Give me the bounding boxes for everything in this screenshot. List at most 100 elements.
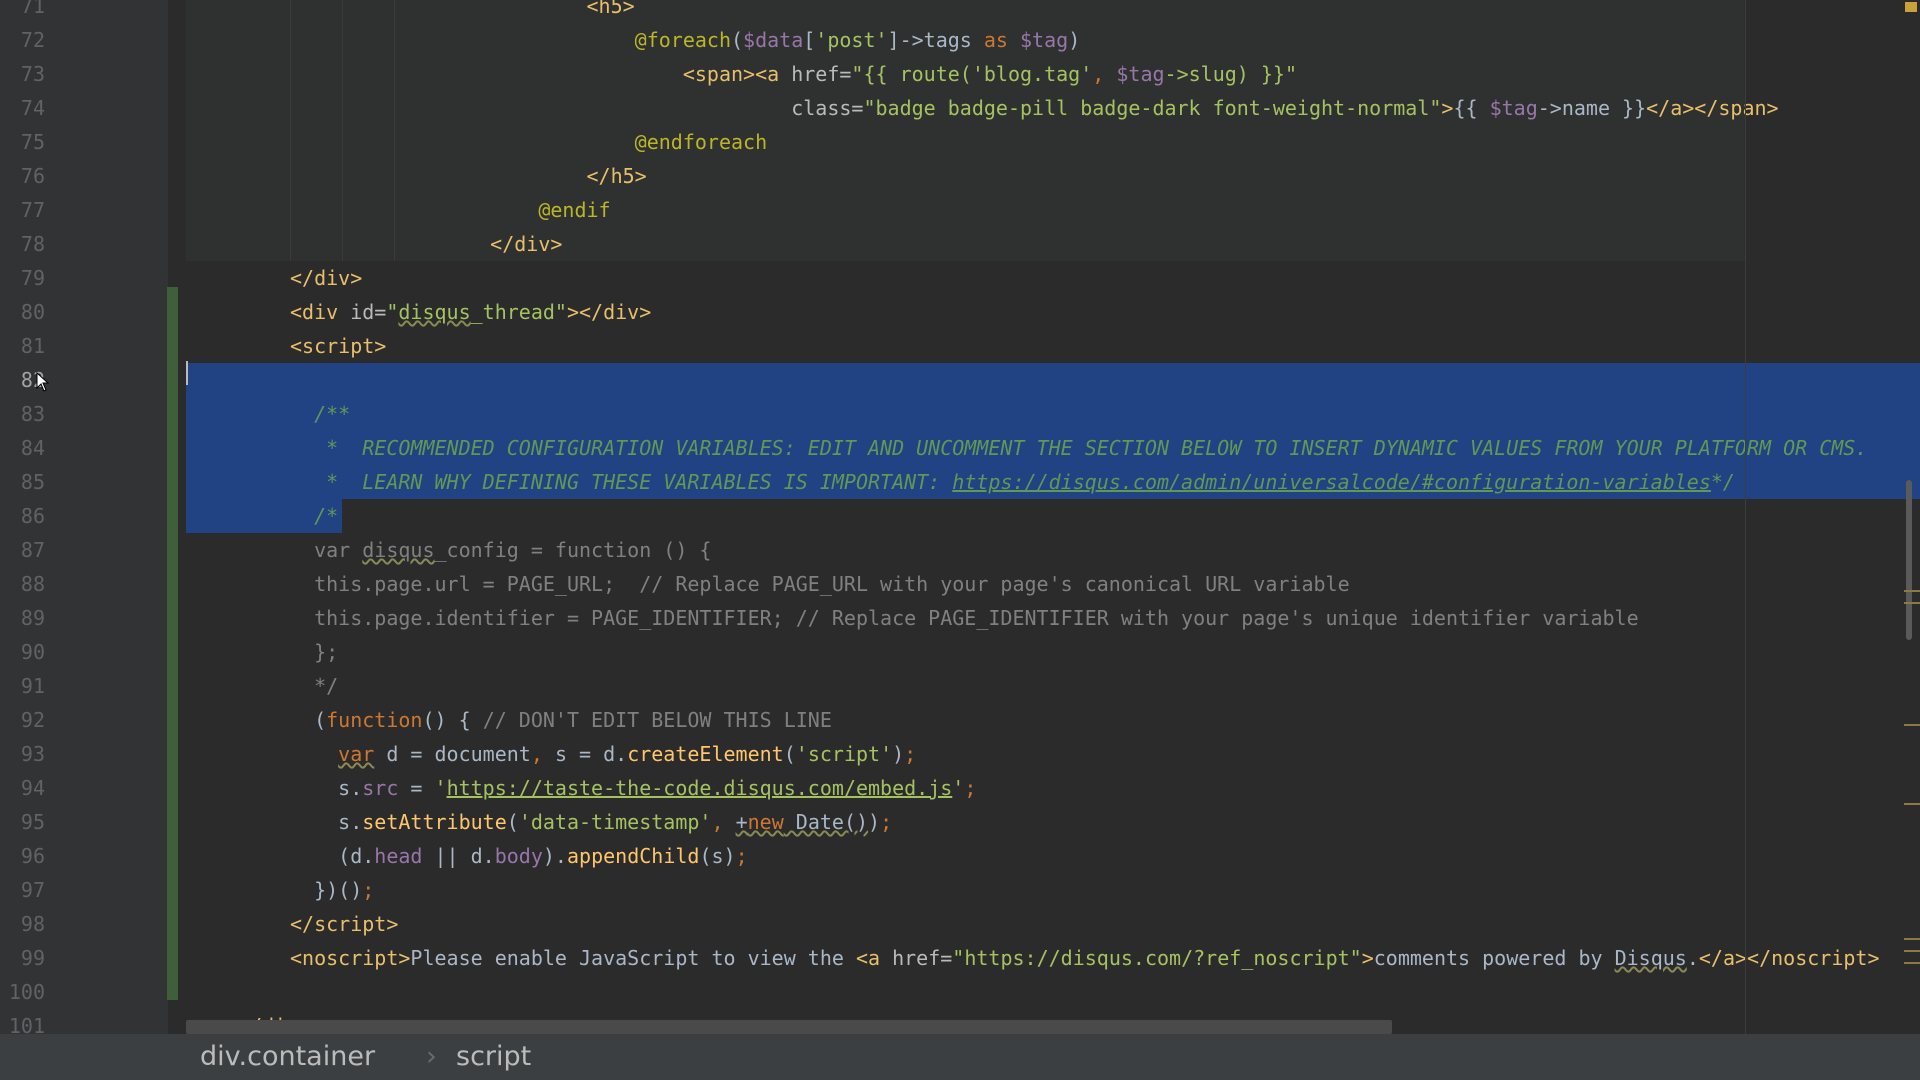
code-text[interactable]: class="badge badge-pill badge-dark font-… <box>442 91 1778 125</box>
line-number[interactable]: 78 <box>0 227 45 261</box>
line-number[interactable]: 92 <box>0 703 45 737</box>
code-line[interactable]: <div id="disqus_thread"></div> <box>186 295 1920 329</box>
code-line[interactable] <box>186 363 1920 397</box>
code-text[interactable]: * LEARN WHY DEFINING THESE VARIABLES IS … <box>290 465 1735 499</box>
code-text[interactable]: })(); <box>290 873 374 907</box>
scroll-thumb[interactable] <box>1906 480 1912 640</box>
error-stripe-mark[interactable] <box>1904 590 1920 592</box>
error-stripe-mark[interactable] <box>1904 803 1920 805</box>
code-text[interactable]: this.page.url = PAGE_URL; // Replace PAG… <box>290 567 1350 601</box>
code-text[interactable]: </div> <box>442 227 562 261</box>
code-line[interactable]: class="badge badge-pill badge-dark font-… <box>186 91 1920 125</box>
code-line[interactable]: <script> <box>186 329 1920 363</box>
code-line[interactable]: * LEARN WHY DEFINING THESE VARIABLES IS … <box>186 465 1920 499</box>
code-line[interactable]: </div> <box>186 227 1920 261</box>
code-text[interactable]: }; <box>290 635 338 669</box>
code-text[interactable]: /** <box>290 397 350 431</box>
code-text[interactable]: @endif <box>442 193 610 227</box>
line-number[interactable]: 73 <box>0 57 45 91</box>
code-line[interactable]: s.setAttribute('data-timestamp', +new Da… <box>186 805 1920 839</box>
code-editor[interactable]: 71 72 73 74 75 76 77 78 79 80 81 82 83 84 85 86 87 88 89 90… <box>0 0 1920 1080</box>
code-line[interactable]: })(); <box>186 873 1920 907</box>
line-number[interactable]: 76 <box>0 159 45 193</box>
code-line[interactable]: /** <box>186 397 1920 431</box>
code-line[interactable]: (function() { // DON'T EDIT BELOW THIS L… <box>186 703 1920 737</box>
code-text[interactable]: <h5> <box>442 0 635 23</box>
line-number[interactable]: 94 <box>0 771 45 805</box>
line-number[interactable]: 97 <box>0 873 45 907</box>
code-line[interactable]: <h5> <box>186 0 1920 23</box>
code-line[interactable]: s.src = 'https://taste-the-code.disqus.c… <box>186 771 1920 805</box>
code-text[interactable]: (function() { // DON'T EDIT BELOW THIS L… <box>290 703 832 737</box>
line-number[interactable]: 83 <box>0 397 45 431</box>
line-number[interactable]: 72 <box>0 23 45 57</box>
line-number[interactable]: 99 <box>0 941 45 975</box>
code-text[interactable]: var d = document, s = d.createElement('s… <box>290 737 916 771</box>
line-number[interactable]: 90 <box>0 635 45 669</box>
line-number[interactable]: 88 <box>0 567 45 601</box>
error-stripe-mark[interactable] <box>1904 938 1920 940</box>
line-number[interactable]: 98 <box>0 907 45 941</box>
code-text[interactable]: <script> <box>290 329 386 363</box>
code-text[interactable]: (d.head || d.body).appendChild(s); <box>290 839 747 873</box>
code-text[interactable]: @endforeach <box>442 125 767 159</box>
line-number[interactable]: 95 <box>0 805 45 839</box>
error-stripe-mark[interactable] <box>1904 602 1920 604</box>
code-area[interactable]: <h5> @foreach($data['post']->tags as $ta… <box>186 0 1920 1034</box>
line-number[interactable]: 74 <box>0 91 45 125</box>
code-text[interactable]: this.page.identifier = PAGE_IDENTIFIER; … <box>290 601 1639 635</box>
code-text[interactable]: </div> <box>290 261 362 295</box>
line-number[interactable]: 87 <box>0 533 45 567</box>
code-line[interactable]: var disqus_config = function () { <box>186 533 1920 567</box>
code-text[interactable]: */ <box>290 669 338 703</box>
code-text[interactable]: s.setAttribute('data-timestamp', +new Da… <box>290 805 892 839</box>
line-number[interactable]: 81 <box>0 329 45 363</box>
breadcrumb-item-script[interactable]: script <box>456 1034 531 1080</box>
code-line[interactable]: <noscript>Please enable JavaScript to vi… <box>186 941 1920 975</box>
code-line[interactable]: <span><a href="{{ route('blog.tag', $tag… <box>186 57 1920 91</box>
line-number[interactable]: 86 <box>0 499 45 533</box>
code-text[interactable]: /* <box>290 499 338 533</box>
code-text[interactable]: var disqus_config = function () { <box>290 533 711 567</box>
code-text[interactable]: <div id="disqus_thread"></div> <box>290 295 651 329</box>
line-number[interactable]: 77 <box>0 193 45 227</box>
code-text[interactable]: <span><a href="{{ route('blog.tag', $tag… <box>442 57 1297 91</box>
line-number[interactable]: 71 <box>0 0 45 23</box>
code-line[interactable]: * RECOMMENDED CONFIGURATION VARIABLES: E… <box>186 431 1920 465</box>
code-line[interactable]: */ <box>186 669 1920 703</box>
code-text[interactable]: </h5> <box>442 159 647 193</box>
code-line[interactable]: this.page.identifier = PAGE_IDENTIFIER; … <box>186 601 1920 635</box>
error-stripe-mark[interactable] <box>1904 950 1920 952</box>
line-number[interactable]: 91 <box>0 669 45 703</box>
vcs-change-marker[interactable] <box>167 287 178 1000</box>
error-stripe-mark[interactable] <box>1904 724 1920 726</box>
line-number[interactable]: 80 <box>0 295 45 329</box>
code-line[interactable]: @foreach($data['post']->tags as $tag) <box>186 23 1920 57</box>
code-line[interactable] <box>186 975 1920 1009</box>
line-number[interactable]: 93 <box>0 737 45 771</box>
code-line[interactable]: </h5> <box>186 159 1920 193</box>
code-line[interactable]: @endif <box>186 193 1920 227</box>
code-line[interactable]: </div> <box>186 261 1920 295</box>
line-number[interactable]: 89 <box>0 601 45 635</box>
code-line[interactable]: </script> <box>186 907 1920 941</box>
code-text[interactable]: * RECOMMENDED CONFIGURATION VARIABLES: E… <box>290 431 1867 465</box>
code-text[interactable]: </script> <box>290 907 398 941</box>
error-stripe-mark[interactable] <box>1904 962 1920 964</box>
line-number[interactable]: 85 <box>0 465 45 499</box>
code-line[interactable]: this.page.url = PAGE_URL; // Replace PAG… <box>186 567 1920 601</box>
horizontal-scrollbar[interactable] <box>186 1020 1392 1034</box>
code-line[interactable]: var d = document, s = d.createElement('s… <box>186 737 1920 771</box>
line-number[interactable]: 96 <box>0 839 45 873</box>
code-line[interactable]: }; <box>186 635 1920 669</box>
code-line[interactable]: (d.head || d.body).appendChild(s); <box>186 839 1920 873</box>
code-line[interactable]: @endforeach <box>186 125 1920 159</box>
line-number[interactable]: 84 <box>0 431 45 465</box>
line-number[interactable]: 100 <box>0 975 45 1009</box>
line-number[interactable]: 79 <box>0 261 45 295</box>
code-line[interactable]: /* <box>186 499 1920 533</box>
code-text[interactable]: s.src = 'https://taste-the-code.disqus.c… <box>290 771 976 805</box>
code-text[interactable]: @foreach($data['post']->tags as $tag) <box>442 23 1081 57</box>
line-number-gutter[interactable]: 71 72 73 74 75 76 77 78 79 80 81 82 83 84 85 86 87 88 89 90… <box>0 0 168 1038</box>
warning-marker-top[interactable] <box>1905 2 1917 12</box>
